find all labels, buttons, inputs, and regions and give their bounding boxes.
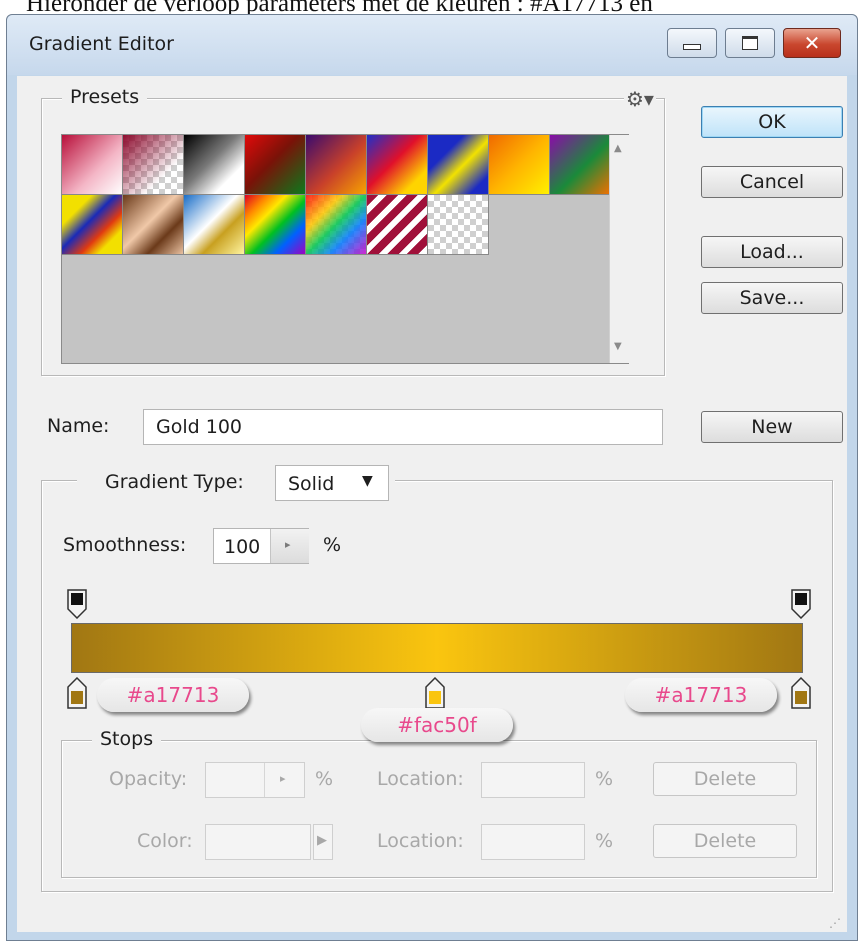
maximize-button[interactable] bbox=[725, 28, 775, 58]
gradient-type-select[interactable]: Solid ▼ bbox=[275, 465, 389, 501]
scroll-up-icon[interactable]: ▲ bbox=[614, 143, 622, 154]
close-button[interactable]: ✕ bbox=[783, 28, 841, 58]
color-delete-button[interactable]: Delete bbox=[653, 824, 797, 858]
name-field[interactable]: Gold 100 bbox=[143, 409, 663, 445]
opacity-stepper[interactable]: ▸ bbox=[264, 763, 305, 797]
preset-swatch[interactable] bbox=[123, 195, 184, 255]
load-button[interactable]: Load... bbox=[701, 236, 843, 268]
minimize-icon bbox=[683, 44, 701, 50]
opacity-percent: % bbox=[315, 768, 334, 790]
new-button[interactable]: New bbox=[701, 411, 843, 443]
color-location-percent: % bbox=[595, 830, 614, 852]
smoothness-unit: % bbox=[323, 534, 342, 556]
opacity-delete-button[interactable]: Delete bbox=[653, 762, 797, 796]
resize-grip-icon[interactable]: ⋰ bbox=[829, 916, 841, 930]
opacity-location-field[interactable] bbox=[481, 762, 585, 798]
preset-swatch[interactable] bbox=[62, 135, 123, 195]
preset-swatch[interactable] bbox=[306, 135, 367, 195]
annotation-right-color: #a17713 bbox=[625, 678, 777, 712]
scroll-down-icon[interactable]: ▼ bbox=[614, 341, 622, 352]
smoothness-stepper[interactable]: ▸ bbox=[270, 529, 309, 563]
opacity-stop-left[interactable] bbox=[67, 589, 87, 619]
smoothness-value: 100 bbox=[224, 536, 261, 558]
presets-label: Presets bbox=[62, 86, 148, 108]
opacity-location-percent: % bbox=[595, 768, 614, 790]
title-bar: Gradient Editor ✕ bbox=[7, 15, 857, 75]
gear-icon[interactable]: ⚙▾ bbox=[624, 87, 656, 111]
cancel-button[interactable]: Cancel bbox=[701, 166, 843, 198]
name-label: Name: bbox=[47, 415, 110, 437]
gradient-preview-bar[interactable] bbox=[71, 623, 803, 673]
color-label: Color: bbox=[137, 830, 193, 852]
caret-right-icon: ▸ bbox=[285, 538, 291, 551]
preset-swatch[interactable] bbox=[428, 195, 489, 255]
preset-swatch[interactable] bbox=[550, 135, 611, 195]
preset-swatch[interactable] bbox=[489, 135, 550, 195]
opacity-stop-right[interactable] bbox=[791, 589, 811, 619]
smoothness-field[interactable]: 100 ▸ bbox=[213, 528, 309, 564]
preset-swatch[interactable] bbox=[123, 135, 184, 195]
save-button[interactable]: Save... bbox=[701, 282, 843, 314]
dialog-client-area: Presets ⚙▾ ▲ ▼ OK Cancel Load... Save...… bbox=[17, 76, 847, 932]
stops-label: Stops bbox=[92, 728, 162, 750]
gradient-editor-window: Gradient Editor ✕ Presets ⚙▾ ▲ ▼ OK Canc… bbox=[6, 14, 858, 941]
preset-swatch[interactable] bbox=[62, 195, 123, 255]
caret-right-icon: ▸ bbox=[280, 772, 286, 785]
annotation-left-color: #a17713 bbox=[97, 678, 249, 712]
triangle-right-icon: ▶ bbox=[317, 833, 327, 848]
color-swatch-field[interactable] bbox=[205, 824, 311, 860]
preset-swatch[interactable] bbox=[184, 195, 245, 255]
color-stop-middle[interactable] bbox=[425, 677, 445, 709]
opacity-field[interactable]: ▸ bbox=[205, 762, 305, 798]
preset-swatch[interactable] bbox=[306, 195, 367, 255]
smoothness-label: Smoothness: bbox=[63, 534, 187, 556]
ok-button[interactable]: OK bbox=[701, 106, 843, 138]
presets-swatch-grid bbox=[61, 134, 629, 364]
window-title: Gradient Editor bbox=[29, 33, 174, 55]
color-location-field[interactable] bbox=[481, 824, 585, 860]
annotation-middle-color: #fac50f bbox=[361, 708, 513, 742]
preset-swatch[interactable] bbox=[245, 195, 306, 255]
presets-scrollbar[interactable]: ▲ ▼ bbox=[609, 135, 629, 363]
preset-swatch[interactable] bbox=[245, 135, 306, 195]
gradient-type-label: Gradient Type: bbox=[105, 471, 244, 493]
opacity-location-label: Location: bbox=[377, 768, 464, 790]
close-icon: ✕ bbox=[803, 31, 821, 55]
color-menu-button[interactable]: ▶ bbox=[313, 824, 333, 860]
preset-swatch[interactable] bbox=[184, 135, 245, 195]
maximize-icon bbox=[742, 36, 758, 50]
color-location-label: Location: bbox=[377, 830, 464, 852]
opacity-label: Opacity: bbox=[109, 768, 188, 790]
preset-swatch[interactable] bbox=[367, 135, 428, 195]
preset-swatch[interactable] bbox=[367, 195, 428, 255]
color-stop-left[interactable] bbox=[67, 677, 87, 709]
preset-swatch[interactable] bbox=[428, 135, 489, 195]
gradient-type-value: Solid bbox=[288, 473, 335, 495]
color-stop-right[interactable] bbox=[791, 677, 811, 709]
chevron-down-icon: ▼ bbox=[362, 473, 373, 489]
gradient-type-row: Gradient Type: Solid ▼ bbox=[77, 465, 395, 501]
minimize-button[interactable] bbox=[667, 28, 717, 58]
